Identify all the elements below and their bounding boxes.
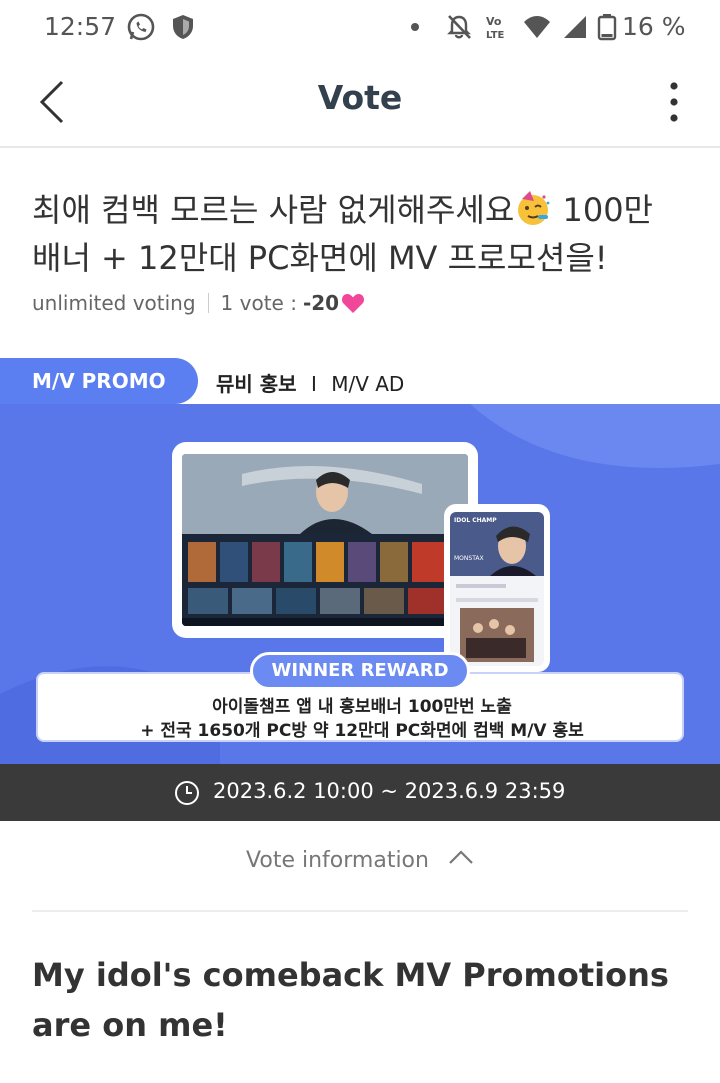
- vote-cost-value: -20: [302, 291, 340, 315]
- vote-title-text: 최애 컴백 모르는 사람 없게해주세요: [32, 191, 515, 229]
- promo-subtitle: 뮤비 홍보 I M/V AD: [216, 368, 404, 397]
- vote-mode: unlimited voting: [32, 291, 196, 315]
- monitor-mockup: [172, 442, 478, 638]
- vote-information-label: Vote information: [246, 848, 429, 873]
- promo-subtitle-ko: 뮤비 홍보: [216, 372, 297, 396]
- party-face-emoji: [518, 191, 550, 225]
- battery-percent: 16 %: [622, 12, 686, 41]
- promo-pill: M/V PROMO: [0, 358, 198, 404]
- phone-mockup: IDOL CHAMP MONSTAX: [444, 504, 550, 672]
- vote-information-toggle[interactable]: Vote information: [0, 848, 720, 873]
- banner-header: M/V PROMO 뮤비 홍보 I M/V AD: [0, 358, 720, 404]
- vote-meta: unlimited voting 1 vote : -20: [32, 291, 365, 315]
- signal-icon: [564, 16, 586, 38]
- app-header: Vote: [0, 56, 720, 148]
- promo-banner[interactable]: M/V PROMO 뮤비 홍보 I M/V AD IDOL CHAMP MONS…: [0, 358, 720, 764]
- status-time: 12:57: [44, 12, 117, 41]
- monitor-screen: [182, 454, 468, 626]
- svg-text:Vo: Vo: [486, 15, 502, 28]
- phone-screen: IDOL CHAMP MONSTAX: [450, 512, 544, 666]
- heart-icon: [342, 294, 365, 313]
- meta-divider: [207, 293, 209, 313]
- chevron-up-icon: [449, 850, 473, 864]
- vote-info-heading: My idol's comeback MV Promotions are on …: [32, 956, 669, 1044]
- promo-subtitle-en: M/V AD: [331, 372, 405, 396]
- winner-reward-badge: WINNER REWARD: [250, 652, 470, 690]
- clock-icon: [175, 781, 199, 805]
- phone-tag: MONSTAX: [454, 555, 484, 562]
- vote-cost-label: 1 vote :: [220, 291, 297, 315]
- vote-period-bar: 2023.6.2 10:00 ~ 2023.6.9 23:59: [0, 764, 720, 821]
- section-divider: [32, 910, 688, 912]
- more-vertical-icon[interactable]: [652, 78, 696, 126]
- battery-icon: [597, 14, 617, 41]
- vote-title: 최애 컴백 모르는 사람 없게해주세요 100만 배너 + 12만대 PC화면에…: [32, 186, 692, 282]
- mute-icon: [447, 15, 471, 39]
- status-bar: 12:57 Vo LTE 16 %: [0, 0, 720, 56]
- monitor-screenshot-image: [182, 454, 468, 626]
- wifi-icon: [524, 16, 550, 38]
- page-title: Vote: [317, 78, 403, 117]
- promo-subtitle-sep: I: [310, 372, 317, 396]
- svg-text:LTE: LTE: [486, 30, 505, 41]
- reward-line-1: 아이돌챔프 앱 내 홍보배너 100만번 노출: [212, 697, 512, 717]
- banner-artwork: IDOL CHAMP MONSTAX 아이돌챔프 앱 내 홍보배너 100만번 …: [0, 404, 720, 764]
- volte-icon: Vo LTE: [486, 15, 505, 41]
- shield-icon: [173, 15, 193, 39]
- phone-brand: IDOL CHAMP: [454, 517, 497, 524]
- reward-line-2: + 전국 1650개 PC방 약 12만대 PC화면에 컴백 M/V 홍보: [140, 721, 584, 741]
- vote-period-text: 2023.6.2 10:00 ~ 2023.6.9 23:59: [213, 779, 566, 803]
- phone-screenshot-image: IDOL CHAMP MONSTAX: [450, 512, 544, 666]
- dot-icon: [411, 23, 419, 31]
- whatsapp-icon: [127, 13, 155, 41]
